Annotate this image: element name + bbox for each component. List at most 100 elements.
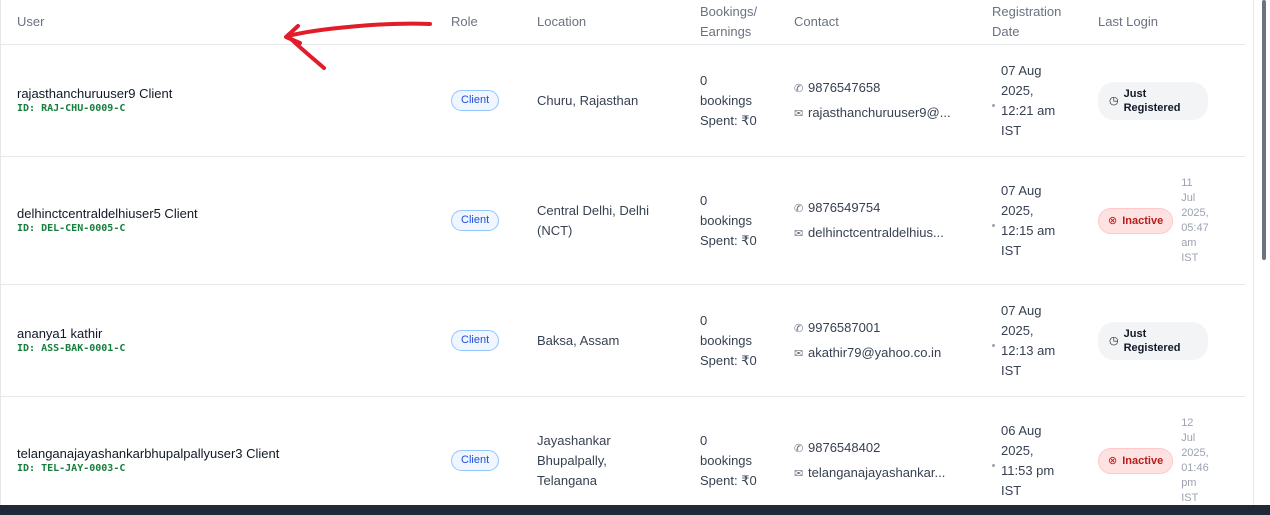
role-badge: Client bbox=[451, 210, 500, 231]
last-login-wrap: ◷ Just Registered bbox=[1098, 321, 1245, 360]
registration-line: 07 Aug bbox=[1001, 302, 1042, 318]
header-bookings[interactable]: Bookings/Earnings bbox=[684, 0, 778, 45]
last-login-line: 01:46 bbox=[1181, 461, 1209, 474]
phone-line[interactable]: ✆ 9976587001 bbox=[794, 316, 974, 341]
mail-icon: ✉ bbox=[794, 227, 804, 240]
phone-number[interactable]: 9876549754 bbox=[808, 200, 880, 215]
bookings-line: Spent: ₹0 bbox=[700, 472, 757, 488]
location-text: Jayashankar Bhupalpally, Telangana bbox=[537, 431, 684, 491]
registration-cell: 06 Aug 2025, 11:53 pm IST bbox=[976, 396, 1082, 505]
table-header-row: User Role Location Bookings/Earnings Con… bbox=[1, 0, 1245, 45]
user-cell: delhinctcentraldelhiuser5 Client ID: DEL-… bbox=[1, 156, 435, 285]
phone-icon: ✆ bbox=[794, 442, 804, 455]
registration-date: 06 Aug 2025, 11:53 pm IST bbox=[992, 421, 1082, 501]
registration-line: 12:13 am bbox=[1001, 342, 1056, 358]
status-line: Just bbox=[1123, 327, 1147, 340]
x-circle-icon: ⊗ bbox=[1108, 214, 1118, 227]
bullet-dot bbox=[992, 344, 995, 347]
mail-icon: ✉ bbox=[794, 347, 804, 360]
contact-cell: ✆ 9876549754 ✉ delhinctcentraldelhius... bbox=[778, 156, 976, 285]
header-last-login[interactable]: Last Login bbox=[1082, 0, 1245, 45]
status-badge: ⊗ Inactive bbox=[1098, 207, 1174, 234]
table-row[interactable]: delhinctcentraldelhiuser5 Client ID: DEL-… bbox=[1, 156, 1245, 285]
location-line: Baksa, Assam bbox=[537, 332, 620, 348]
email-address[interactable]: akathir79@yahoo.co.in bbox=[808, 345, 941, 360]
phone-line[interactable]: ✆ 9876547658 bbox=[794, 76, 974, 101]
phone-icon: ✆ bbox=[794, 322, 804, 335]
last-login-line: IST bbox=[1181, 491, 1199, 504]
bookings-line: bookings bbox=[700, 452, 753, 468]
bookings-line: Spent: ₹0 bbox=[700, 352, 757, 368]
role-cell: Client bbox=[435, 284, 521, 397]
status-line: Registered bbox=[1123, 101, 1181, 114]
bookings-summary: 0 bookings Spent: ₹0 bbox=[700, 191, 778, 251]
table-row[interactable]: rajasthanchuruuser9 Client ID: RAJ-CHU-00… bbox=[1, 44, 1245, 157]
user-cell: telanganajayashankarbhupalpallyuser3 Cli… bbox=[1, 396, 435, 505]
mail-icon: ✉ bbox=[794, 467, 804, 480]
user-name[interactable]: rajasthanchuruuser9 Client bbox=[17, 86, 435, 102]
phone-number[interactable]: 9876547658 bbox=[808, 80, 880, 95]
last-login-line: am bbox=[1181, 236, 1197, 249]
location-line: Jayashankar bbox=[537, 432, 611, 448]
last-login-line: Jul bbox=[1181, 191, 1196, 204]
registration-line: IST bbox=[1001, 362, 1022, 378]
location-line: Telangana bbox=[537, 472, 597, 488]
registration-text: 07 Aug 2025, 12:13 am IST bbox=[1001, 301, 1055, 381]
bookings-summary: 0 bookings Spent: ₹0 bbox=[700, 431, 778, 491]
phone-line[interactable]: ✆ 9876549754 bbox=[794, 196, 974, 221]
user-id: ID: ASS-BAK-0001-C bbox=[17, 342, 126, 354]
clock-icon: ◷ bbox=[1109, 334, 1119, 347]
phone-number[interactable]: 9876548402 bbox=[808, 440, 880, 455]
bookings-line: bookings bbox=[700, 92, 753, 108]
location-line: (NCT) bbox=[537, 222, 573, 238]
table-row[interactable]: telanganajayashankarbhupalpallyuser3 Cli… bbox=[1, 396, 1245, 506]
header-registration[interactable]: Registration Date bbox=[976, 0, 1082, 45]
last-login-line: 11 bbox=[1181, 176, 1193, 189]
bookings-summary: 0 bookings Spent: ₹0 bbox=[700, 71, 778, 131]
email-address[interactable]: telanganajayashankar... bbox=[808, 465, 945, 480]
registration-line: 2025, bbox=[1001, 322, 1034, 338]
user-id: ID: DEL-CEN-0005-C bbox=[17, 222, 126, 234]
user-name[interactable]: ananya1 kathir bbox=[17, 326, 435, 342]
contact-cell: ✆ 9876548402 ✉ telanganajayashankar... bbox=[778, 396, 976, 505]
status-line: Registered bbox=[1123, 341, 1181, 354]
vertical-scrollbar[interactable] bbox=[1262, 0, 1266, 260]
header-role[interactable]: Role bbox=[435, 0, 521, 45]
email-line[interactable]: ✉ rajasthanchuruuser9@... bbox=[794, 101, 974, 126]
location-text: Churu, Rajasthan bbox=[537, 91, 684, 111]
bookings-line: 0 bbox=[700, 312, 708, 328]
header-contact[interactable]: Contact bbox=[778, 0, 976, 45]
location-text: Central Delhi, Delhi (NCT) bbox=[537, 201, 684, 241]
phone-icon: ✆ bbox=[794, 82, 804, 95]
role-cell: Client bbox=[435, 44, 521, 157]
last-login-wrap: ⊗ Inactive 12 Jul 2025, 01:46 pm IST bbox=[1098, 416, 1245, 506]
mail-icon: ✉ bbox=[794, 107, 804, 120]
email-address[interactable]: rajasthanchuruuser9@... bbox=[808, 105, 951, 120]
registration-text: 07 Aug 2025, 12:15 am IST bbox=[1001, 181, 1055, 261]
user-cell: ananya1 kathir ID: ASS-BAK-0001-C bbox=[1, 284, 435, 397]
header-user[interactable]: User bbox=[1, 0, 435, 45]
email-line[interactable]: ✉ akathir79@yahoo.co.in bbox=[794, 341, 974, 366]
email-line[interactable]: ✉ telanganajayashankar... bbox=[794, 461, 974, 486]
phone-icon: ✆ bbox=[794, 202, 804, 215]
registration-text: 06 Aug 2025, 11:53 pm IST bbox=[1001, 421, 1054, 501]
status-text: Inactive bbox=[1122, 214, 1163, 228]
bookings-summary: 0 bookings Spent: ₹0 bbox=[700, 311, 778, 371]
status-line: Inactive bbox=[1122, 214, 1164, 227]
user-id: ID: TEL-JAY-0003-C bbox=[17, 462, 126, 474]
bullet-dot bbox=[992, 224, 995, 227]
last-login-time: 12 Jul 2025, 01:46 pm IST bbox=[1181, 416, 1209, 506]
table-row[interactable]: ananya1 kathir ID: ASS-BAK-0001-C Client Ba… bbox=[1, 284, 1245, 397]
user-name[interactable]: telanganajayashankarbhupalpallyuser3 Cli… bbox=[17, 446, 435, 462]
header-location[interactable]: Location bbox=[521, 0, 684, 45]
email-line[interactable]: ✉ delhinctcentraldelhius... bbox=[794, 221, 974, 246]
user-name[interactable]: delhinctcentraldelhiuser5 Client bbox=[17, 206, 435, 222]
last-login-line: 12 bbox=[1181, 416, 1194, 429]
last-login-line: IST bbox=[1181, 251, 1199, 264]
phone-line[interactable]: ✆ 9876548402 bbox=[794, 436, 974, 461]
registration-cell: 07 Aug 2025, 12:13 am IST bbox=[976, 284, 1082, 397]
phone-number[interactable]: 9976587001 bbox=[808, 320, 880, 335]
email-address[interactable]: delhinctcentraldelhius... bbox=[808, 225, 944, 240]
contact-cell: ✆ 9976587001 ✉ akathir79@yahoo.co.in bbox=[778, 284, 976, 397]
last-login-wrap: ⊗ Inactive 11 Jul 2025, 05:47 am IST bbox=[1098, 176, 1245, 266]
